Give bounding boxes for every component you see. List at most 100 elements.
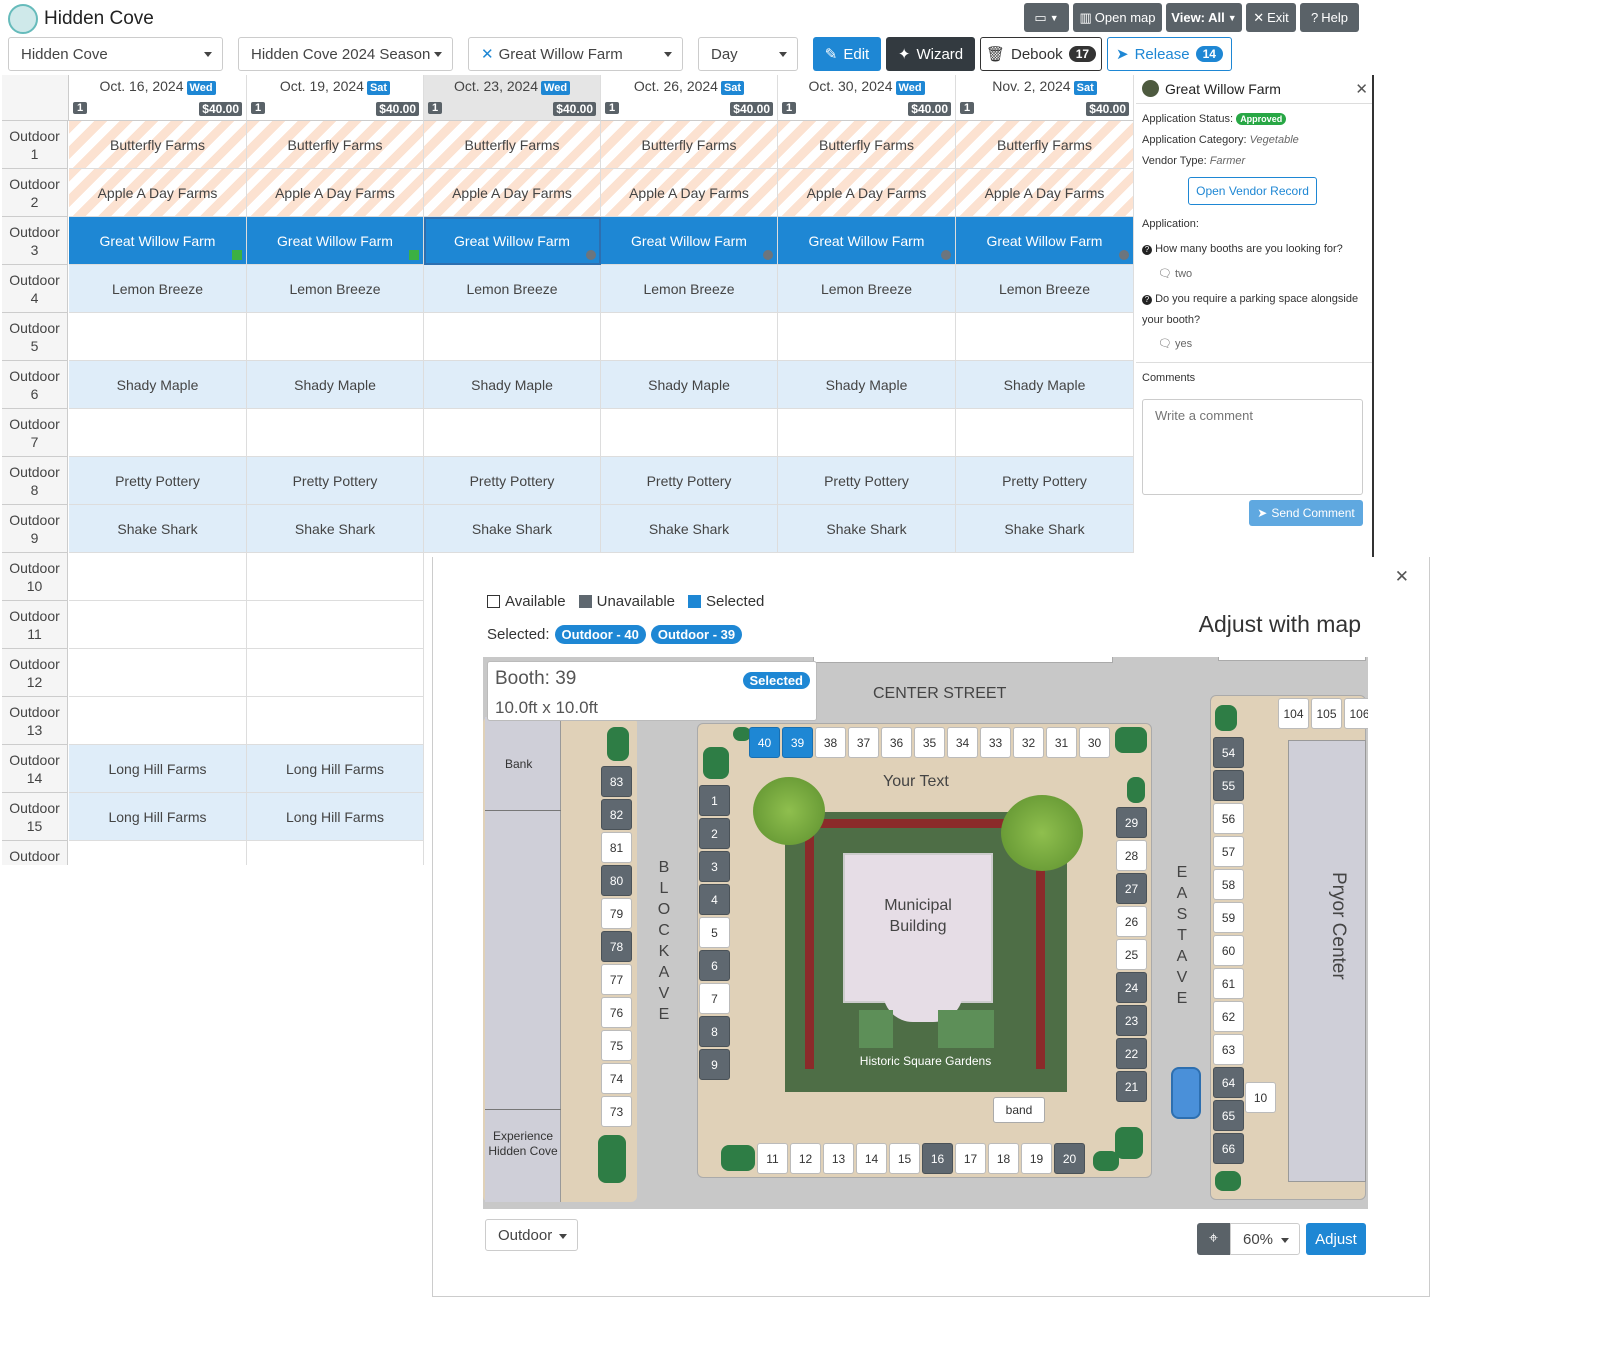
booth-cell[interactable]: Long Hill Farms	[247, 793, 424, 841]
booth-31[interactable]: 31	[1046, 727, 1077, 758]
selected-chip[interactable]: Outdoor - 39	[650, 625, 743, 644]
booth-55[interactable]: 55	[1213, 770, 1244, 801]
booth-65[interactable]: 65	[1213, 1100, 1244, 1131]
market-select[interactable]: Hidden Cove	[8, 37, 223, 71]
booth-cell[interactable]: Shake Shark	[247, 505, 424, 553]
view-select[interactable]: Day	[698, 37, 798, 71]
booth-cell[interactable]	[956, 313, 1134, 361]
booth-cell[interactable]	[247, 649, 424, 697]
crosshairs-icon[interactable]: ⌖	[1197, 1223, 1230, 1255]
booth-13[interactable]: 13	[823, 1143, 854, 1174]
booth-14[interactable]: 14	[856, 1143, 887, 1174]
booth-cell[interactable]: Shake Shark	[778, 505, 956, 553]
booth-73[interactable]: 73	[601, 1096, 632, 1127]
booth-66[interactable]: 66	[1213, 1133, 1244, 1164]
booth-cell[interactable]: Great Willow Farm	[424, 217, 601, 265]
close-icon[interactable]: ✕	[1395, 567, 1409, 587]
booth-23[interactable]: 23	[1116, 1005, 1147, 1036]
booth-cell[interactable]	[424, 313, 601, 361]
booth-2[interactable]: 2	[699, 818, 730, 849]
booth-cell[interactable]	[601, 409, 778, 457]
booth-80[interactable]: 80	[601, 865, 632, 896]
exit-button[interactable]: ✕ Exit	[1246, 3, 1296, 32]
debook-button[interactable]: 🗑 Debook 17	[980, 37, 1102, 71]
booth-cell[interactable]	[601, 313, 778, 361]
booth-16[interactable]: 16	[922, 1143, 953, 1174]
booth-cell[interactable]: Pretty Pottery	[601, 457, 778, 505]
booth-cell[interactable]: Lemon Breeze	[247, 265, 424, 313]
booth-11[interactable]: 11	[757, 1143, 788, 1174]
booth-27[interactable]: 27	[1116, 873, 1147, 904]
booth-cell[interactable]	[778, 313, 956, 361]
wizard-button[interactable]: ✦ Wizard	[886, 37, 975, 71]
booth-cell[interactable]: Apple A Day Farms	[778, 169, 956, 217]
booth-cell[interactable]	[247, 553, 424, 601]
booth-cell[interactable]	[69, 697, 247, 745]
booth-26[interactable]: 26	[1116, 906, 1147, 937]
booth-cell[interactable]: Great Willow Farm	[956, 217, 1134, 265]
booth-106[interactable]: 106	[1344, 698, 1368, 729]
comment-input[interactable]	[1142, 399, 1363, 495]
booth-cell[interactable]: Great Willow Farm	[601, 217, 778, 265]
booth-64[interactable]: 64	[1213, 1067, 1244, 1098]
booth-cell[interactable]: Shake Shark	[69, 505, 247, 553]
booth-cell[interactable]	[69, 601, 247, 649]
booth-63[interactable]: 63	[1213, 1034, 1244, 1065]
booth-cell[interactable]: Butterfly Farms	[956, 121, 1134, 169]
booth-cell[interactable]: Pretty Pottery	[778, 457, 956, 505]
booth-33[interactable]: 33	[980, 727, 1011, 758]
booth-cell[interactable]	[247, 313, 424, 361]
booth-36[interactable]: 36	[881, 727, 912, 758]
booth-cell[interactable]: Shake Shark	[601, 505, 778, 553]
booth-cell[interactable]: Lemon Breeze	[601, 265, 778, 313]
booth-19[interactable]: 19	[1021, 1143, 1052, 1174]
booth-9[interactable]: 9	[699, 1049, 730, 1080]
booth-cell[interactable]: Butterfly Farms	[601, 121, 778, 169]
booth-82[interactable]: 82	[601, 799, 632, 830]
booth-77[interactable]: 77	[601, 964, 632, 995]
booth-5[interactable]: 5	[699, 917, 730, 948]
booth-cell[interactable]: Long Hill Farms	[69, 793, 247, 841]
booth-cell[interactable]: Shady Maple	[778, 361, 956, 409]
season-select[interactable]: Hidden Cove 2024 Season	[238, 37, 453, 71]
booth-1[interactable]: 1	[699, 785, 730, 816]
booth-35[interactable]: 35	[914, 727, 945, 758]
booth-cell[interactable]: Shady Maple	[247, 361, 424, 409]
booth-30[interactable]: 30	[1079, 727, 1110, 758]
booth-25[interactable]: 25	[1116, 939, 1147, 970]
booth-cell[interactable]	[424, 409, 601, 457]
booth-cell[interactable]: Shake Shark	[956, 505, 1134, 553]
booth-cell[interactable]: Apple A Day Farms	[956, 169, 1134, 217]
view-all-dropdown[interactable]: View: All ▼	[1166, 3, 1242, 32]
booth-75[interactable]: 75	[601, 1030, 632, 1061]
booth-76[interactable]: 76	[601, 997, 632, 1028]
clear-icon[interactable]: ✕	[481, 45, 494, 63]
display-toggle-button[interactable]: ▭ ▼	[1024, 3, 1069, 32]
booth-cell[interactable]	[247, 601, 424, 649]
booth-58[interactable]: 58	[1213, 869, 1244, 900]
edit-button[interactable]: ✎ Edit	[813, 37, 881, 71]
open-vendor-record-button[interactable]: Open Vendor Record	[1188, 177, 1317, 205]
booth-cell[interactable]	[69, 313, 247, 361]
booth-3[interactable]: 3	[699, 851, 730, 882]
booth-cell[interactable]: Great Willow Farm	[778, 217, 956, 265]
booth-105[interactable]: 105	[1311, 698, 1342, 729]
booth-104[interactable]: 104	[1278, 698, 1309, 729]
booth-cell[interactable]: Shady Maple	[601, 361, 778, 409]
booth-18[interactable]: 18	[988, 1143, 1019, 1174]
booth-cell[interactable]	[956, 409, 1134, 457]
booth-34[interactable]: 34	[947, 727, 978, 758]
booth-7[interactable]: 7	[699, 983, 730, 1014]
booth-28[interactable]: 28	[1116, 840, 1147, 871]
booth-cell[interactable]: Lemon Breeze	[424, 265, 601, 313]
booth-cell[interactable]: Lemon Breeze	[956, 265, 1134, 313]
booth-cell[interactable]: Great Willow Farm	[247, 217, 424, 265]
booth-cell[interactable]: Lemon Breeze	[69, 265, 247, 313]
booth-cell[interactable]	[247, 409, 424, 457]
help-button[interactable]: ? Help	[1300, 3, 1359, 32]
booth-cell[interactable]: Pretty Pottery	[956, 457, 1134, 505]
booth-17[interactable]: 17	[955, 1143, 986, 1174]
site-map[interactable]: Bank Experience Hidden Cove BLOCK AVE CE…	[483, 657, 1368, 1209]
booth-cell[interactable]: Lemon Breeze	[778, 265, 956, 313]
booth-40[interactable]: 40	[749, 727, 780, 758]
